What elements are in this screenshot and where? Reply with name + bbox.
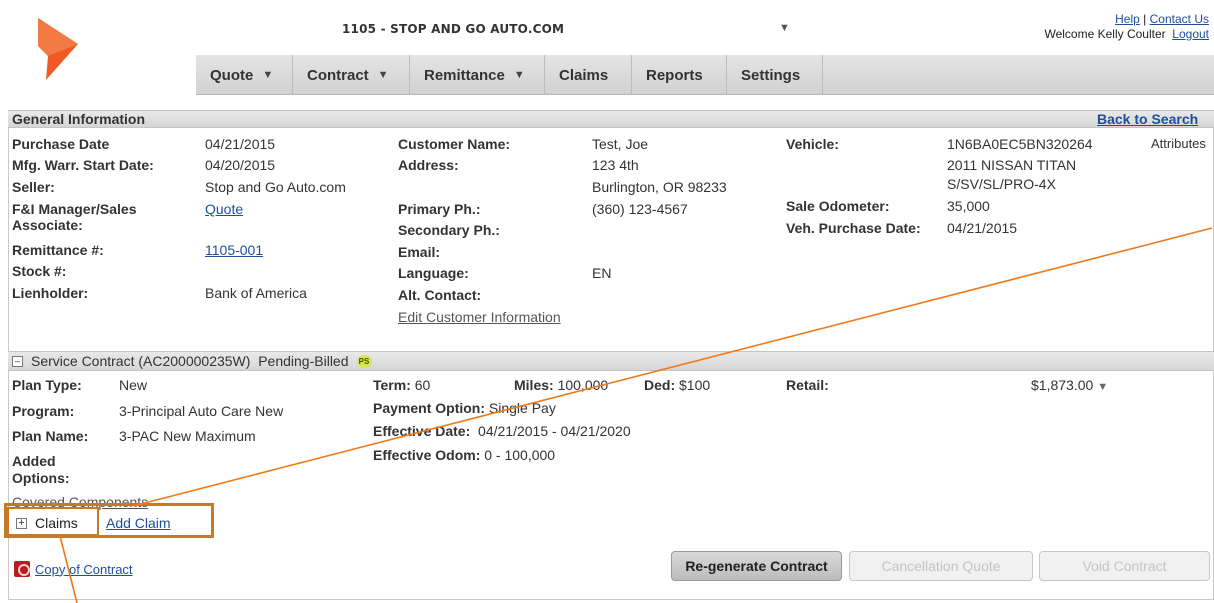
callout-line [59, 535, 78, 603]
annotation-lines [59, 227, 1213, 603]
callout-line [132, 227, 1213, 507]
